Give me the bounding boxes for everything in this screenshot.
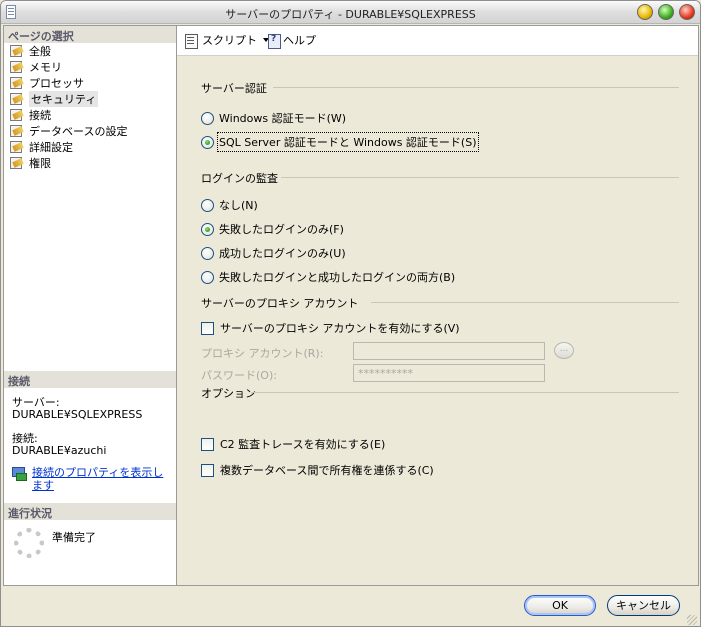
script-label: スクリプト bbox=[202, 34, 257, 47]
audit-failed-option[interactable]: 失敗したログインのみ(F) bbox=[201, 221, 344, 237]
left-panel: ページの選択 全般 メモリ プロセッサ セキュリティ 接続 データベースの設定 … bbox=[3, 25, 177, 586]
option-label: SQL Server 認証モードと Windows 認証モード(S) bbox=[217, 132, 479, 152]
nav-item-processor[interactable]: プロセッサ bbox=[10, 75, 84, 91]
connection-value: DURABLE¥azuchi bbox=[12, 444, 107, 457]
progress-status: 準備完了 bbox=[52, 531, 96, 544]
ok-button[interactable]: OK bbox=[524, 595, 596, 616]
option-label: サーバーのプロキシ アカウントを有効にする(V) bbox=[220, 322, 460, 335]
close-button[interactable] bbox=[679, 4, 695, 20]
nav-item-label: データベースの設定 bbox=[29, 125, 128, 138]
proxy-title: サーバーのプロキシ アカウント bbox=[201, 297, 359, 310]
cross-db-ownership-option[interactable]: 複数データベース間で所有権を連係する(C) bbox=[201, 462, 434, 478]
nav-item-label: 全般 bbox=[29, 45, 51, 58]
c2-audit-option[interactable]: C2 監査トレースを有効にする(E) bbox=[201, 436, 385, 452]
browse-button[interactable]: ... bbox=[554, 342, 574, 359]
properties-icon bbox=[10, 93, 24, 105]
nav-item-label: 権限 bbox=[29, 157, 51, 170]
nav-item-label: セキュリティ bbox=[29, 91, 99, 107]
mixed-auth-option[interactable]: SQL Server 認証モードと Windows 認証モード(S) bbox=[201, 132, 479, 152]
audit-none-option[interactable]: なし(N) bbox=[201, 197, 258, 213]
nav-item-label: プロセッサ bbox=[29, 77, 84, 90]
divider bbox=[251, 392, 679, 393]
nav-item-security[interactable]: セキュリティ bbox=[10, 91, 99, 107]
connection-header: 接続 bbox=[4, 371, 176, 388]
server-properties-window: サーバーのプロパティ - DURABLE¥SQLEXPRESS ページの選択 全… bbox=[0, 0, 701, 627]
link-text[interactable]: 接続のプロパティを表示します bbox=[32, 466, 172, 492]
server-auth-title: サーバー認証 bbox=[201, 82, 267, 95]
option-label: なし(N) bbox=[219, 199, 258, 212]
nav-item-general[interactable]: 全般 bbox=[10, 43, 51, 59]
proxy-account-input[interactable] bbox=[353, 342, 545, 360]
option-label: C2 監査トレースを有効にする(E) bbox=[220, 438, 386, 451]
audit-none-radio[interactable] bbox=[201, 198, 214, 212]
cross-db-ownership-checkbox[interactable] bbox=[201, 463, 214, 477]
password-label: パスワード(O): bbox=[201, 369, 277, 382]
script-icon bbox=[183, 33, 199, 49]
audit-both-radio[interactable] bbox=[201, 270, 214, 284]
option-label: 成功したログインのみ(U) bbox=[219, 247, 346, 260]
audit-failed-radio[interactable] bbox=[201, 222, 214, 236]
divider bbox=[281, 177, 679, 178]
properties-icon bbox=[10, 157, 24, 169]
pages-header: ページの選択 bbox=[4, 26, 176, 43]
mixed-auth-radio[interactable] bbox=[201, 135, 214, 149]
title-bar[interactable]: サーバーのプロパティ - DURABLE¥SQLEXPRESS bbox=[1, 1, 700, 24]
security-page: サーバー認証 Windows 認証モード(W) SQL Server 認証モード… bbox=[177, 56, 698, 587]
connection-properties-icon bbox=[12, 467, 27, 481]
dialog-footer: OK キャンセル bbox=[1, 587, 700, 626]
nav-item-connections[interactable]: 接続 bbox=[10, 107, 51, 123]
progress-header: 進行状況 bbox=[4, 503, 176, 520]
view-connection-properties-link[interactable]: 接続のプロパティを表示します bbox=[12, 466, 172, 492]
option-label: 複数データベース間で所有権を連係する(C) bbox=[220, 464, 434, 477]
nav-item-memory[interactable]: メモリ bbox=[10, 59, 62, 75]
login-audit-title: ログインの監査 bbox=[201, 172, 278, 185]
proxy-account-label: プロキシ アカウント(R): bbox=[201, 347, 324, 360]
audit-success-option[interactable]: 成功したログインのみ(U) bbox=[201, 245, 346, 261]
help-icon bbox=[267, 33, 281, 49]
window-title: サーバーのプロパティ - DURABLE¥SQLEXPRESS bbox=[225, 8, 476, 21]
properties-icon bbox=[10, 45, 24, 57]
nav-item-database-settings[interactable]: データベースの設定 bbox=[10, 123, 127, 139]
script-button[interactable]: スクリプト bbox=[183, 32, 269, 49]
password-input[interactable] bbox=[353, 364, 545, 382]
options-title: オプション bbox=[201, 387, 256, 400]
divider bbox=[273, 87, 679, 88]
nav-item-label: 接続 bbox=[29, 109, 51, 122]
progress-spinner-icon bbox=[14, 528, 44, 558]
audit-both-option[interactable]: 失敗したログインと成功したログインの両方(B) bbox=[201, 269, 455, 285]
properties-icon bbox=[10, 109, 24, 121]
help-button[interactable]: ヘルプ bbox=[267, 32, 316, 49]
right-panel: スクリプト ヘルプ サーバー認証 Windows 認証モード(W) SQL Se… bbox=[177, 25, 699, 586]
toolbar: スクリプト ヘルプ bbox=[177, 26, 698, 56]
properties-icon bbox=[10, 61, 24, 73]
windows-auth-radio[interactable] bbox=[201, 111, 214, 125]
server-value: DURABLE¥SQLEXPRESS bbox=[12, 408, 143, 421]
divider bbox=[371, 302, 679, 303]
option-label: 失敗したログインのみ(F) bbox=[219, 223, 344, 236]
minimize-button[interactable] bbox=[637, 4, 653, 20]
audit-success-radio[interactable] bbox=[201, 246, 214, 260]
maximize-button[interactable] bbox=[658, 4, 674, 20]
option-label: 失敗したログインと成功したログインの両方(B) bbox=[219, 271, 456, 284]
properties-icon bbox=[10, 125, 24, 137]
nav-item-advanced[interactable]: 詳細設定 bbox=[10, 139, 73, 155]
nav-item-label: 詳細設定 bbox=[29, 141, 73, 154]
properties-icon bbox=[10, 77, 24, 89]
resize-grip-icon[interactable] bbox=[687, 615, 697, 625]
enable-proxy-checkbox[interactable] bbox=[201, 321, 214, 335]
option-label: Windows 認証モード(W) bbox=[219, 112, 347, 125]
cancel-button[interactable]: キャンセル bbox=[607, 595, 680, 616]
properties-icon bbox=[10, 141, 24, 153]
enable-proxy-option[interactable]: サーバーのプロキシ アカウントを有効にする(V) bbox=[201, 320, 460, 336]
windows-auth-option[interactable]: Windows 認証モード(W) bbox=[201, 110, 346, 126]
nav-item-permissions[interactable]: 権限 bbox=[10, 155, 51, 171]
nav-item-label: メモリ bbox=[29, 61, 62, 74]
c2-audit-checkbox[interactable] bbox=[201, 437, 214, 451]
help-label: ヘルプ bbox=[283, 34, 316, 47]
